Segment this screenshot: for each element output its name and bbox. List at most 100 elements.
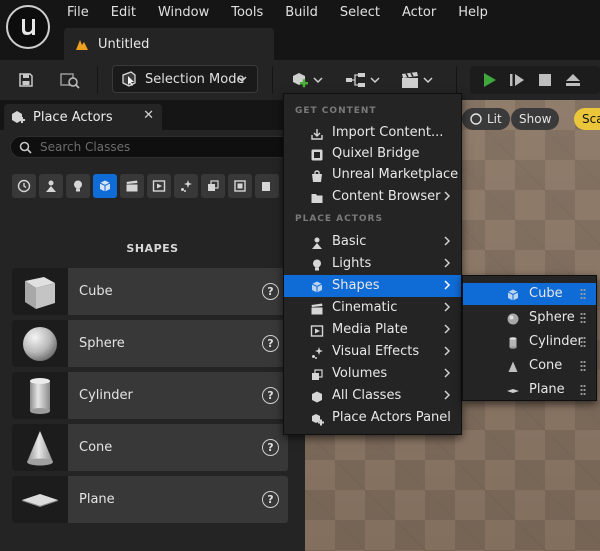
submenu-sphere[interactable]: Sphere bbox=[463, 307, 596, 329]
chevron-down-icon bbox=[422, 77, 433, 84]
save-icon bbox=[19, 73, 33, 87]
sparkle-icon bbox=[309, 345, 324, 360]
menu-basic[interactable]: Basic bbox=[284, 231, 461, 253]
help-icon[interactable]: ? bbox=[262, 387, 279, 404]
play-button[interactable] bbox=[478, 66, 500, 94]
clapperboard-icon bbox=[309, 301, 324, 316]
lit-mode-button[interactable]: Lit bbox=[462, 108, 510, 130]
step-button[interactable] bbox=[506, 66, 528, 94]
search-box[interactable] bbox=[10, 136, 300, 158]
cursor-icon bbox=[122, 71, 136, 87]
menu-media-plate[interactable]: Media Plate bbox=[284, 319, 461, 341]
submenu-label: Cone bbox=[529, 358, 563, 373]
quick-add-menu: GET CONTENT Import Content... Quixel Bri… bbox=[283, 93, 462, 435]
document-tab[interactable]: Untitled bbox=[64, 28, 274, 60]
menu-select[interactable]: Select bbox=[329, 4, 391, 22]
chevron-right-icon bbox=[444, 368, 451, 378]
search-input[interactable] bbox=[40, 140, 280, 154]
category-recent[interactable] bbox=[12, 174, 36, 198]
menu-file[interactable]: File bbox=[56, 4, 100, 22]
menu-label: Media Plate bbox=[332, 322, 408, 337]
blueprints-button[interactable] bbox=[342, 66, 382, 94]
submenu-label: Cube bbox=[529, 286, 563, 301]
submenu-plane[interactable]: Plane bbox=[463, 379, 596, 401]
menu-help[interactable]: Help bbox=[447, 4, 499, 22]
actor-icon bbox=[46, 180, 56, 192]
browse-level-button[interactable] bbox=[56, 66, 84, 94]
submenu-cone[interactable]: Cone bbox=[463, 355, 596, 377]
scale-snap-button[interactable]: Sca bbox=[574, 108, 600, 130]
category-shapes[interactable] bbox=[93, 174, 117, 198]
cylinder-thumbnail bbox=[12, 372, 68, 419]
help-icon[interactable]: ? bbox=[262, 439, 279, 456]
place-actors-header: PLACE ACTORS bbox=[295, 214, 383, 224]
volume-icon bbox=[309, 367, 324, 382]
category-visual-effects[interactable] bbox=[174, 174, 198, 198]
menu-quixel-bridge[interactable]: Quixel Bridge bbox=[284, 143, 461, 165]
add-actor-icon bbox=[292, 73, 308, 88]
content-browser-icon bbox=[309, 190, 324, 205]
menu-import-content[interactable]: Import Content... bbox=[284, 122, 461, 144]
cylinder-icon bbox=[505, 335, 520, 350]
menu-edit[interactable]: Edit bbox=[100, 4, 147, 22]
drag-handle-icon[interactable] bbox=[580, 288, 586, 300]
menu-lights[interactable]: Lights bbox=[284, 253, 461, 275]
menu-place-actors-panel[interactable]: Place Actors Panel bbox=[284, 407, 461, 429]
close-icon[interactable]: ✕ bbox=[143, 108, 154, 123]
category-basic[interactable] bbox=[39, 174, 63, 198]
cinematics-button[interactable] bbox=[396, 66, 436, 94]
submenu-cube[interactable]: Cube bbox=[463, 283, 596, 305]
asset-sphere[interactable]: Sphere ? bbox=[12, 320, 288, 367]
sparkle-icon bbox=[181, 180, 192, 192]
menu-actor[interactable]: Actor bbox=[391, 4, 447, 22]
menu-label: Import Content... bbox=[332, 125, 444, 140]
stop-button[interactable] bbox=[534, 66, 556, 94]
category-cinematic[interactable] bbox=[120, 174, 144, 198]
category-volumes[interactable] bbox=[201, 174, 225, 198]
asset-plane[interactable]: Plane ? bbox=[12, 476, 288, 523]
place-actors-tab[interactable]: Place Actors ✕ bbox=[4, 104, 162, 130]
submenu-cylinder[interactable]: Cylinder bbox=[463, 331, 596, 353]
menu-shapes[interactable]: Shapes bbox=[284, 275, 461, 297]
asset-label: Cube bbox=[79, 284, 113, 299]
asset-cone[interactable]: Cone ? bbox=[12, 424, 288, 471]
media-plate-icon bbox=[152, 180, 166, 192]
save-button[interactable] bbox=[14, 66, 38, 94]
drag-handle-icon[interactable] bbox=[580, 312, 586, 324]
lightbulb-icon bbox=[309, 257, 324, 272]
category-all-classes[interactable] bbox=[228, 174, 252, 198]
submenu-label: Plane bbox=[529, 382, 565, 397]
asset-cube[interactable]: Cube ? bbox=[12, 268, 288, 315]
menu-all-classes[interactable]: All Classes bbox=[284, 385, 461, 407]
menu-window[interactable]: Window bbox=[147, 4, 220, 22]
show-button[interactable]: Show bbox=[511, 108, 560, 130]
category-media[interactable] bbox=[147, 174, 171, 198]
help-icon[interactable]: ? bbox=[262, 491, 279, 508]
folder-search-icon bbox=[60, 73, 80, 89]
plane-thumbnail bbox=[12, 476, 68, 523]
menu-build[interactable]: Build bbox=[274, 4, 329, 22]
quick-add-button[interactable] bbox=[286, 66, 326, 94]
play-icon bbox=[484, 73, 496, 87]
help-icon[interactable]: ? bbox=[262, 335, 279, 352]
help-icon[interactable]: ? bbox=[262, 283, 279, 300]
toolbar-separator bbox=[272, 66, 273, 94]
drag-handle-icon[interactable] bbox=[580, 336, 586, 348]
selection-mode-dropdown[interactable]: Selection Mode bbox=[112, 65, 258, 93]
all-classes-icon bbox=[234, 180, 246, 192]
menu-visual-effects[interactable]: Visual Effects bbox=[284, 341, 461, 363]
category-more[interactable] bbox=[255, 174, 279, 198]
eject-button[interactable] bbox=[562, 66, 584, 94]
category-lights[interactable] bbox=[66, 174, 90, 198]
drag-handle-icon[interactable] bbox=[580, 384, 586, 396]
menu-cinematic[interactable]: Cinematic bbox=[284, 297, 461, 319]
chevron-down-icon bbox=[237, 76, 247, 83]
drag-handle-icon[interactable] bbox=[580, 360, 586, 372]
menu-unreal-marketplace[interactable]: Unreal Marketplace bbox=[284, 164, 461, 186]
menu-volumes[interactable]: Volumes bbox=[284, 363, 461, 385]
menu-content-browser[interactable]: Content Browser bbox=[284, 186, 461, 208]
menu-tools[interactable]: Tools bbox=[220, 4, 274, 22]
blueprint-icon bbox=[345, 73, 365, 87]
unreal-logo-icon[interactable] bbox=[6, 5, 50, 49]
asset-cylinder[interactable]: Cylinder ? bbox=[12, 372, 288, 419]
